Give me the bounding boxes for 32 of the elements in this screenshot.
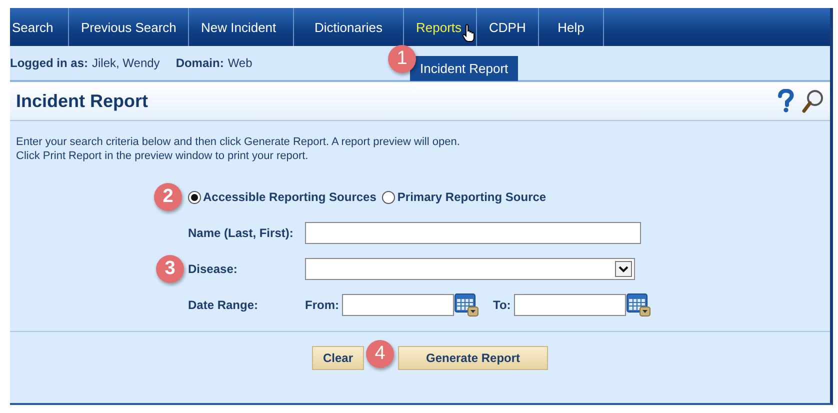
radio-option[interactable]: Primary Reporting Source	[382, 190, 546, 204]
callout-badge: 1	[388, 45, 416, 73]
radio-button[interactable]	[382, 190, 396, 204]
field-label: Disease:	[188, 262, 238, 276]
field-label: Name (Last, First):	[188, 226, 294, 240]
to-label: To:	[493, 298, 511, 312]
hand-cursor-icon	[462, 24, 476, 42]
clear-button[interactable]: Clear	[312, 346, 364, 370]
login-label: Logged in as:	[10, 56, 88, 70]
callout-badge: 2	[154, 183, 182, 211]
dropdown-menu-item[interactable]: Incident Report	[410, 56, 518, 81]
callout-badge: 4	[366, 340, 394, 368]
radio-option[interactable]: Accessible Reporting Sources	[188, 190, 376, 204]
search-icon[interactable]	[802, 89, 824, 113]
user-name: Jilek, Wendy	[92, 56, 160, 70]
chevron-down-icon	[615, 261, 632, 277]
to-date-field[interactable]	[514, 294, 626, 316]
page-title: Incident Report	[16, 90, 148, 112]
field-label: Date Range:	[188, 298, 260, 312]
instructions-text: Enter your search criteria below and then click Generate Report. A report preview will open. Click Print Report in the preview window to print your report.	[15, 135, 461, 163]
calendar-icon[interactable]	[626, 293, 651, 317]
generate-report-button[interactable]: Generate Report	[398, 346, 548, 370]
from-label: From:	[305, 298, 339, 312]
radio-button[interactable]	[188, 190, 201, 204]
domain-value: Web	[228, 56, 252, 70]
from-date-field[interactable]	[342, 294, 454, 316]
name-field[interactable]	[305, 222, 641, 244]
help-icon[interactable]	[776, 89, 796, 113]
calendar-icon[interactable]	[454, 293, 479, 317]
domain-label: Domain:	[176, 56, 224, 70]
disease-dropdown[interactable]	[305, 258, 635, 280]
callout-badge: 3	[156, 255, 184, 283]
